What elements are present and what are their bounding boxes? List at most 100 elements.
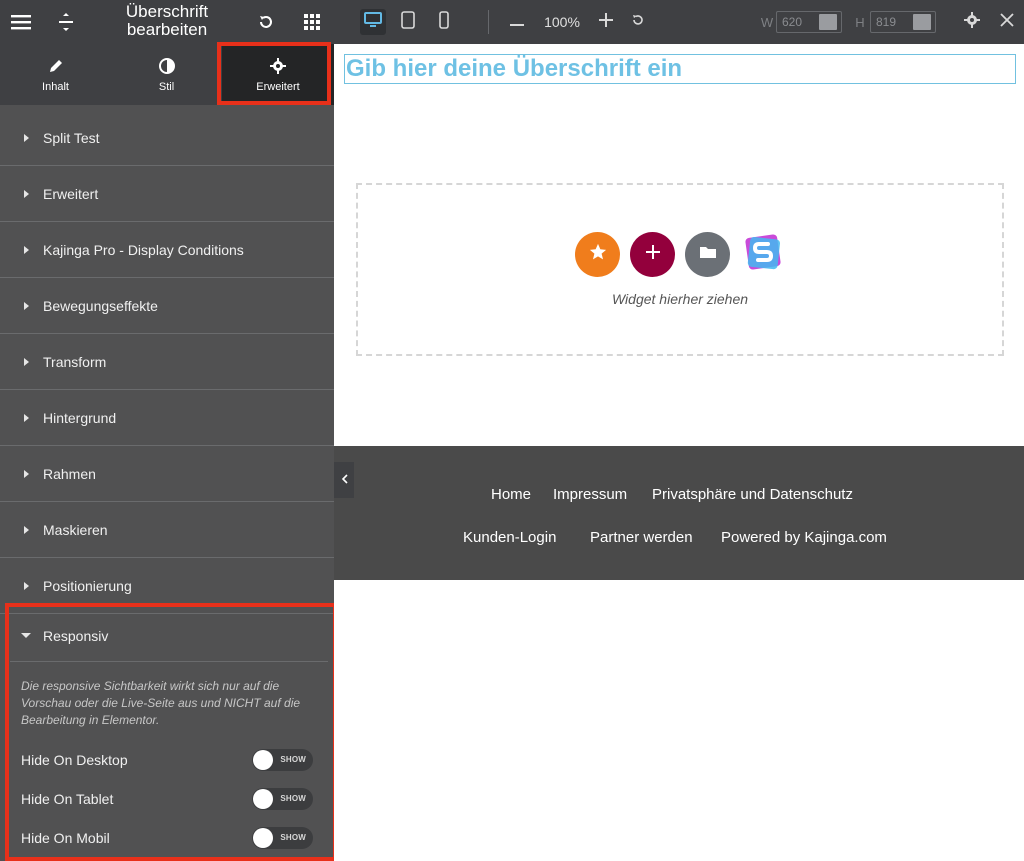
- tab-erweitert[interactable]: Erweitert: [222, 44, 334, 105]
- caret-down-icon: [21, 633, 31, 638]
- height-label: H: [855, 14, 865, 30]
- widget-dropzone[interactable]: Widget hierher ziehen: [356, 183, 1004, 356]
- tab-label: Stil: [158, 80, 175, 93]
- panel-tabs: Inhalt Stil Erweitert: [0, 44, 334, 105]
- hide-on-mobile-switch[interactable]: SHOW: [252, 827, 313, 849]
- refresh-icon: [631, 13, 645, 32]
- panel-header: Überschrift bearbeiten: [0, 0, 334, 44]
- switch-knob: [253, 828, 273, 848]
- footer-link-impressum[interactable]: Impressum: [553, 486, 627, 503]
- switch-state: SHOW: [280, 755, 306, 764]
- responsive-note: Die responsive Sichtbarkeit wirkt sich n…: [21, 679, 301, 727]
- section-rahmen[interactable]: Rahmen: [0, 446, 334, 502]
- site-footer: Home Impressum Privatsphäre und Datensch…: [334, 446, 1024, 580]
- star-icon: [589, 243, 607, 266]
- dropzone-caption: Widget hierher ziehen: [611, 291, 749, 307]
- section-hintergrund[interactable]: Hintergrund: [0, 390, 334, 446]
- height-handle: [913, 14, 931, 30]
- tab-label: Erweitert: [256, 80, 300, 93]
- section-split-test[interactable]: Split Test: [0, 110, 334, 166]
- responsive-toolbar: 100% W 620 H 819: [334, 0, 1024, 44]
- chevron-left-icon: [341, 471, 348, 489]
- footer-link-partner[interactable]: Partner werden: [590, 529, 693, 546]
- undo-icon[interactable]: [254, 10, 278, 34]
- caret-right-icon: [24, 133, 29, 142]
- plus-icon: [599, 12, 613, 32]
- close-button[interactable]: [998, 0, 1016, 44]
- toggle-row-tablet: Hide On Tablet SHOW: [21, 787, 313, 811]
- add-template-button[interactable]: [575, 232, 620, 277]
- section-label: Positionierung: [43, 577, 132, 594]
- width-handle: [819, 14, 837, 30]
- width-input[interactable]: 620: [776, 11, 842, 33]
- section-label: Kajinga Pro - Display Conditions: [43, 241, 244, 258]
- hide-on-tablet-switch[interactable]: SHOW: [252, 788, 313, 810]
- section-positionierung[interactable]: Positionierung: [0, 558, 334, 614]
- drag-handle-icon[interactable]: [54, 10, 78, 34]
- settings-button[interactable]: [962, 0, 982, 44]
- footer-link-kunden-login[interactable]: Kunden-Login: [463, 529, 556, 546]
- caret-right-icon: [24, 189, 29, 198]
- caret-right-icon: [24, 245, 29, 254]
- caret-right-icon: [24, 469, 29, 478]
- section-maskieren[interactable]: Maskieren: [0, 502, 334, 558]
- heading-text[interactable]: Gib hier deine Überschrift ein: [346, 55, 682, 83]
- section-list: Split Test Erweitert Kajinga Pro - Displ…: [0, 110, 334, 614]
- section-label: Hintergrund: [43, 409, 117, 426]
- starter-s-logo-icon: [743, 232, 783, 277]
- switch-state: SHOW: [280, 794, 306, 803]
- switch-knob: [253, 750, 273, 770]
- add-folder-button[interactable]: [685, 232, 730, 277]
- hide-on-desktop-switch[interactable]: SHOW: [252, 749, 313, 771]
- footer-link-datenschutz[interactable]: Privatsphäre und Datenschutz: [652, 486, 853, 503]
- starter-templates-button[interactable]: [740, 232, 785, 277]
- tab-label: Inhalt: [42, 80, 69, 93]
- toggle-label: Hide On Desktop: [21, 752, 128, 768]
- caret-right-icon: [24, 357, 29, 366]
- panel-title: Überschrift bearbeiten: [125, 2, 209, 39]
- toolbar-divider: [488, 10, 489, 34]
- gear-icon: [964, 11, 980, 33]
- tablet-view-button[interactable]: [398, 0, 418, 44]
- section-display-conditions[interactable]: Kajinga Pro - Display Conditions: [0, 222, 334, 278]
- hamburger-icon[interactable]: [9, 10, 33, 34]
- section-responsiv: Responsiv Die responsive Sichtbarkeit wi…: [0, 610, 334, 861]
- preview-canvas: Gib hier deine Überschrift ein Widget hi…: [334, 44, 1024, 861]
- section-label: Maskieren: [43, 521, 108, 538]
- zoom-level: 100%: [544, 14, 580, 30]
- switch-state: SHOW: [280, 833, 306, 842]
- section-label: Transform: [43, 353, 107, 370]
- section-label: Split Test: [43, 129, 100, 146]
- zoom-in-button[interactable]: [598, 0, 614, 44]
- add-section-button[interactable]: [630, 232, 675, 277]
- footer-link-home[interactable]: Home: [491, 486, 531, 503]
- toggle-label: Hide On Tablet: [21, 791, 114, 807]
- folder-icon: [699, 245, 717, 264]
- switch-knob: [253, 789, 273, 809]
- reset-zoom-button[interactable]: [630, 0, 646, 44]
- pencil-icon: [48, 57, 64, 75]
- close-icon: [1000, 12, 1014, 32]
- toggle-row-mobile: Hide On Mobil SHOW: [21, 826, 313, 850]
- section-bewegungseffekte[interactable]: Bewegungseffekte: [0, 278, 334, 334]
- footer-link-powered-by[interactable]: Powered by Kajinga.com: [721, 529, 887, 546]
- toggle-label: Hide On Mobil: [21, 830, 110, 846]
- collapse-panel-button[interactable]: [334, 462, 354, 498]
- zoom-out-button[interactable]: [508, 0, 526, 44]
- tab-stil[interactable]: Stil: [111, 44, 222, 105]
- mobile-view-button[interactable]: [436, 0, 452, 44]
- desktop-view-button[interactable]: [360, 9, 386, 35]
- desktop-icon: [364, 11, 382, 33]
- plus-icon: [645, 245, 660, 264]
- section-transform[interactable]: Transform: [0, 334, 334, 390]
- tab-inhalt[interactable]: Inhalt: [0, 44, 111, 105]
- editor-panel: Überschrift bearbeiten Inhalt Stil Erwei…: [0, 0, 337, 861]
- mobile-icon: [439, 10, 449, 34]
- grid-icon[interactable]: [300, 10, 324, 34]
- section-label: Rahmen: [43, 465, 96, 482]
- height-input[interactable]: 819: [870, 11, 936, 33]
- section-erweitert[interactable]: Erweitert: [0, 166, 334, 222]
- width-value: 620: [782, 15, 803, 29]
- section-responsiv-header[interactable]: Responsiv: [10, 610, 328, 662]
- heading-widget[interactable]: Gib hier deine Überschrift ein: [344, 54, 1016, 84]
